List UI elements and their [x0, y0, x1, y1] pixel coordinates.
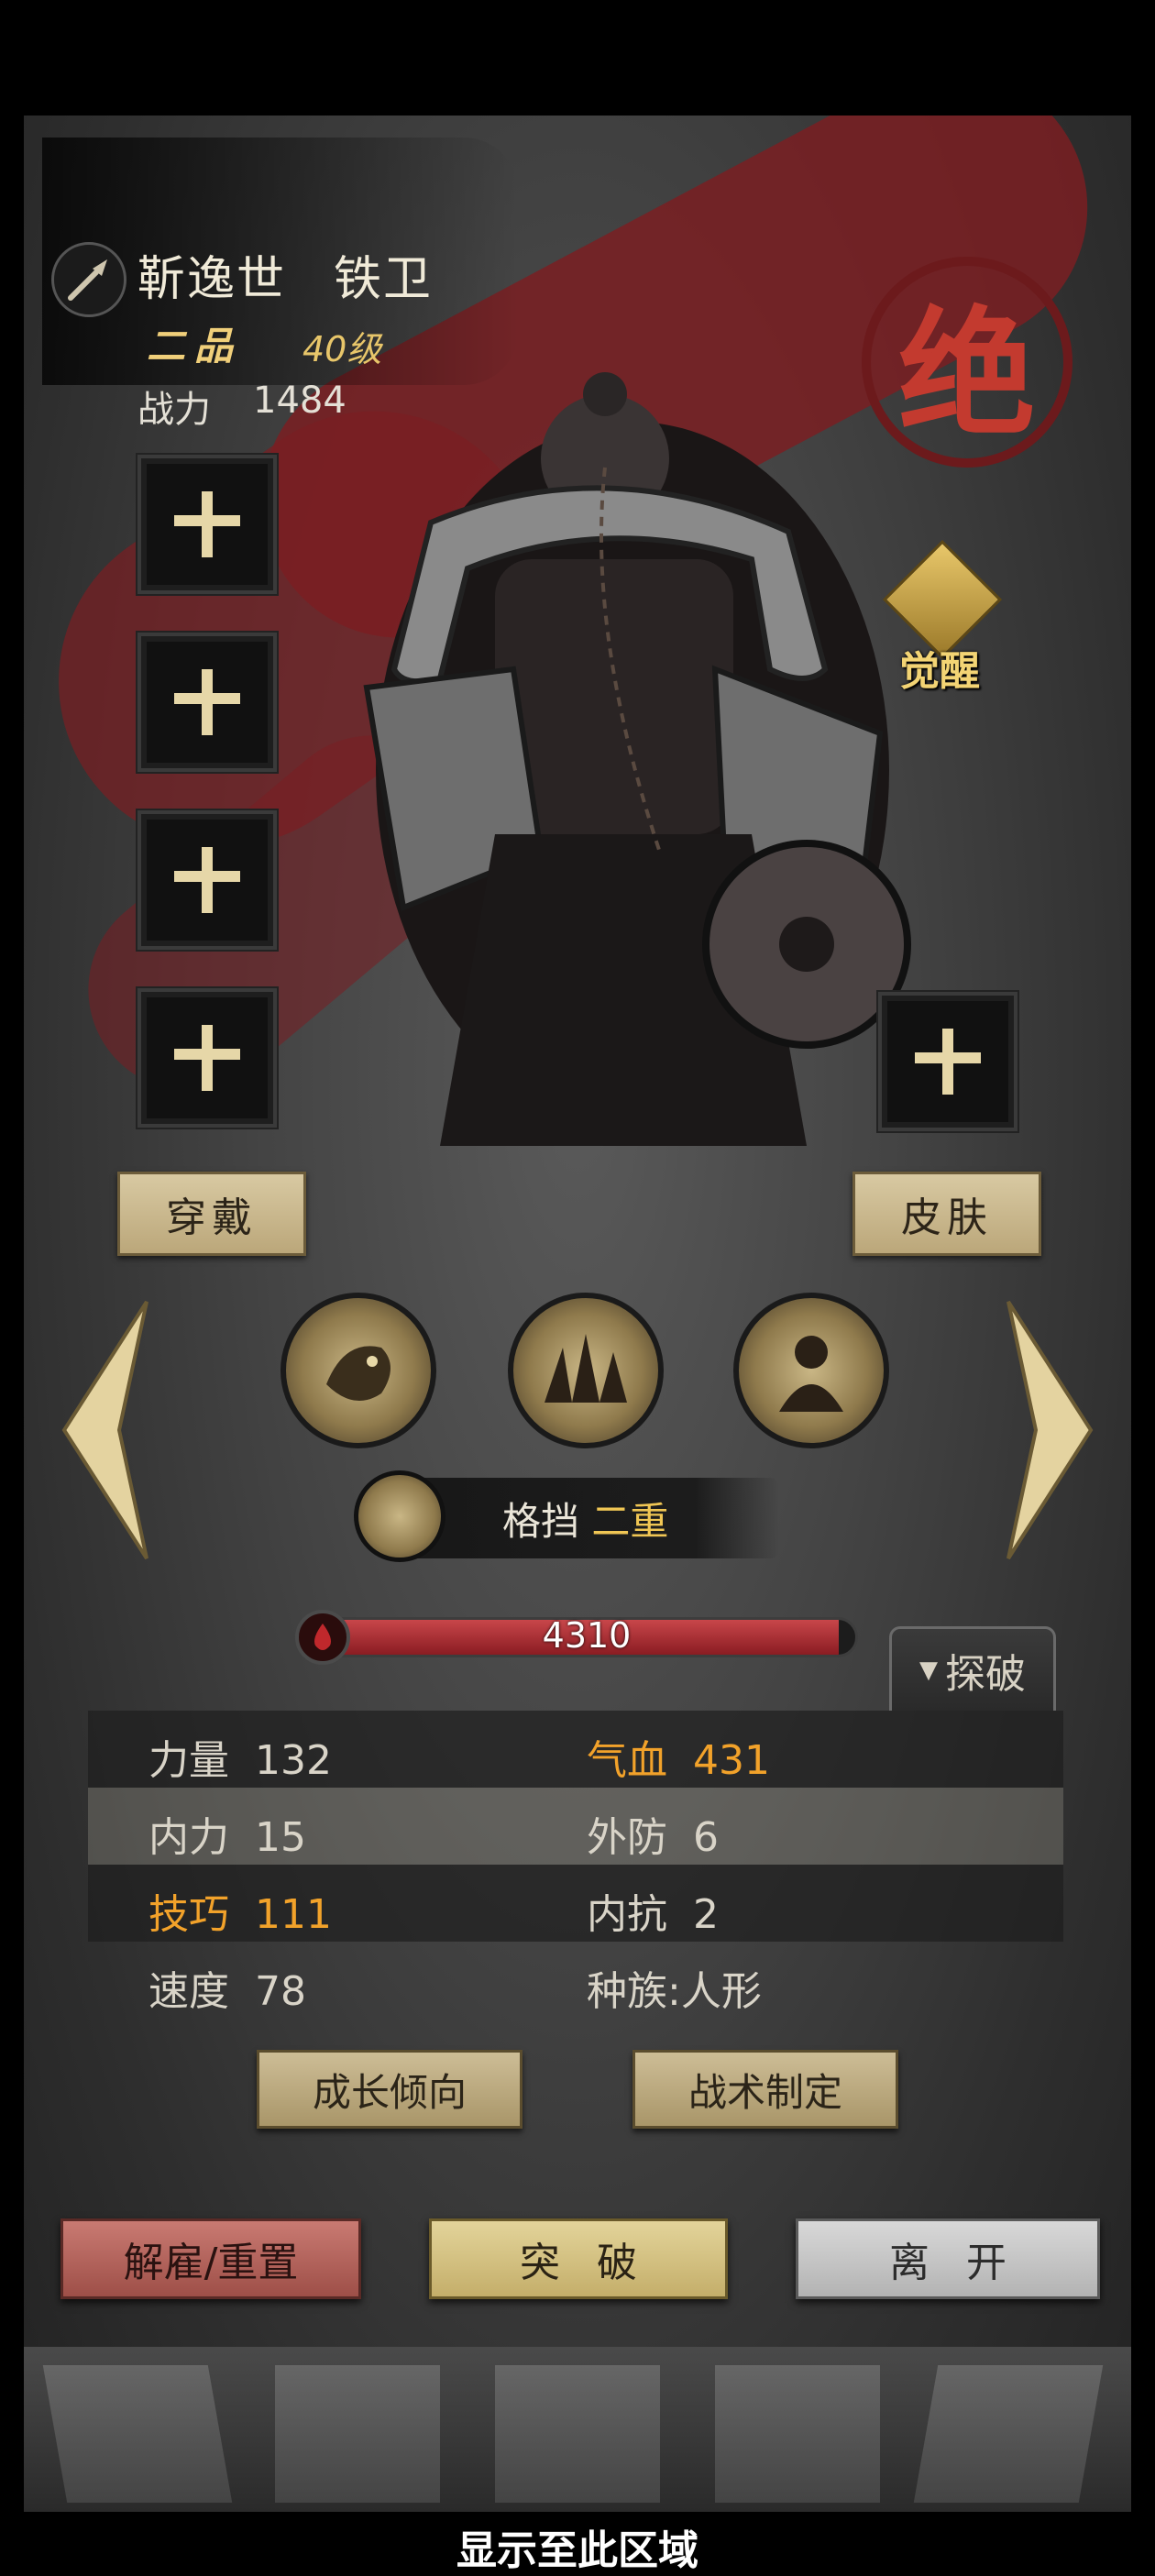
stat-row: 速度 78 种族:人形	[88, 1942, 1063, 2019]
stat-speed-value: 78	[255, 1968, 306, 2015]
previous-hero-arrow-icon[interactable]	[46, 1293, 156, 1568]
rank-seal: 绝	[862, 257, 1072, 468]
hp-value: 4310	[542, 1615, 632, 1656]
breakthrough-button[interactable]: 突破	[429, 2218, 728, 2299]
stat-outer-defense-label: 外防	[587, 1814, 667, 1861]
scroll-decoration	[42, 2365, 233, 2503]
rank-seal-text: 绝	[897, 292, 1036, 455]
stat-race: 种族:人形	[587, 1958, 762, 2017]
scroll-decoration	[715, 2365, 880, 2503]
stat-race-label: 种族:	[587, 1968, 681, 2015]
stat-strength-label: 力量	[148, 1737, 229, 1784]
wear-button[interactable]: 穿戴	[117, 1172, 306, 1256]
hero-name: 靳逸世 铁卫	[138, 240, 433, 309]
hero-grade: 二品	[147, 324, 243, 369]
stat-speed-label: 速度	[148, 1968, 229, 2015]
stat-inner-power: 内力 15	[148, 1804, 306, 1863]
selected-skill-name: 格挡	[502, 1499, 580, 1544]
tactics-button[interactable]: 战术制定	[632, 2050, 898, 2129]
stat-inner-resist-label: 内抗	[587, 1891, 667, 1938]
hero-class: 铁卫	[334, 252, 434, 307]
power-label: 战力	[138, 389, 211, 431]
explore-tab-label: 探破	[945, 1650, 1026, 1698]
stat-technique-value: 111	[255, 1891, 332, 1938]
blood-drop-icon	[295, 1610, 350, 1665]
selected-skill-level: 二重	[591, 1499, 669, 1544]
dismiss-reset-button[interactable]: 解雇/重置	[60, 2218, 361, 2299]
equipment-slot-1[interactable]	[138, 455, 277, 594]
plus-icon	[174, 847, 240, 913]
stat-hp-label: 气血	[587, 1737, 667, 1784]
armored-figure-skill-icon	[779, 1336, 843, 1412]
plus-icon	[174, 669, 240, 735]
awaken-label: 觉醒	[899, 648, 980, 695]
stat-row: 内力 15 外防 6	[88, 1788, 1063, 1865]
hero-portrait	[363, 372, 911, 1146]
plus-icon	[915, 1029, 981, 1095]
stat-row: 技巧 111 内抗 2	[88, 1865, 1063, 1942]
stat-technique-label: 技巧	[148, 1891, 229, 1938]
equipment-slot-5[interactable]	[878, 992, 1018, 1131]
scroll-decoration	[913, 2365, 1104, 2503]
equipment-slot-2[interactable]	[138, 633, 277, 772]
tiger-skill-icon	[326, 1346, 390, 1401]
next-hero-arrow-icon[interactable]	[999, 1293, 1109, 1568]
stat-technique: 技巧 111	[148, 1881, 332, 1940]
awaken-button[interactable]: 觉醒	[880, 539, 1003, 700]
equipment-slot-4[interactable]	[138, 988, 277, 1128]
growth-tendency-button[interactable]: 成长倾向	[257, 2050, 522, 2129]
power-value: 1484	[253, 380, 346, 422]
hero-level: 40级	[302, 329, 382, 369]
selected-skill-label: 格挡 二重	[502, 1491, 668, 1547]
stat-hp: 气血 431	[587, 1727, 770, 1786]
display-area-note: 显示至此区域	[456, 2527, 698, 2574]
stats-table: 力量 132 气血 431 内力 15 外防 6 技巧 111 内抗 2 速度 78 种族:人…	[88, 1711, 1063, 2019]
stat-inner-resist: 内抗 2	[587, 1881, 719, 1940]
stat-outer-defense-value: 6	[693, 1814, 719, 1861]
block-skill-icon	[354, 1470, 446, 1562]
spikes-skill-icon	[544, 1334, 627, 1403]
stat-strength-value: 132	[255, 1737, 332, 1784]
chevron-down-icon: ▼	[919, 1656, 938, 1684]
stat-race-value: 人形	[680, 1968, 762, 2015]
plus-icon	[174, 491, 240, 557]
stat-hp-value: 431	[693, 1737, 770, 1784]
scroll-decoration	[495, 2365, 660, 2503]
skin-button[interactable]: 皮肤	[852, 1172, 1041, 1256]
brush-weapon-icon[interactable]	[51, 242, 126, 317]
skill-slot-3[interactable]	[733, 1293, 889, 1448]
skill-slot-2[interactable]	[508, 1293, 664, 1448]
stat-inner-resist-value: 2	[693, 1891, 719, 1938]
equipment-slot-3[interactable]	[138, 810, 277, 950]
explore-dropdown-tab[interactable]: ▼ 探破	[889, 1626, 1056, 1711]
stat-inner-power-label: 内力	[148, 1814, 229, 1861]
leave-button[interactable]: 离开	[796, 2218, 1100, 2299]
stat-outer-defense: 外防 6	[587, 1804, 719, 1863]
skill-slot-1[interactable]	[280, 1293, 436, 1448]
scroll-decoration	[275, 2365, 440, 2503]
stat-row: 力量 132 气血 431	[88, 1711, 1063, 1788]
hero-name-value: 靳逸世	[138, 252, 287, 307]
plus-icon	[174, 1025, 240, 1091]
stat-speed: 速度 78	[148, 1958, 306, 2017]
stat-inner-power-value: 15	[255, 1814, 306, 1861]
stat-strength: 力量 132	[148, 1727, 332, 1786]
